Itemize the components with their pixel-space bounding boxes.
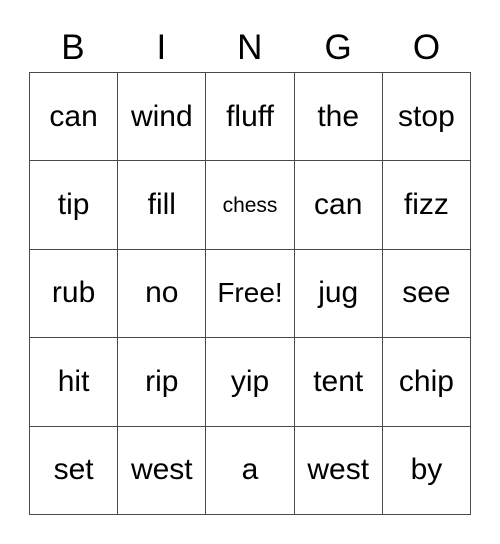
bingo-row: can wind fluff the stop — [30, 73, 472, 162]
bingo-cell[interactable]: chess — [206, 161, 295, 250]
bingo-cell-label: rub — [51, 276, 96, 310]
bingo-cell[interactable]: yip — [206, 338, 295, 427]
bingo-header-letter-i: I — [156, 27, 167, 67]
bingo-cell-label: no — [145, 276, 179, 310]
bingo-cell-label: fizz — [403, 188, 449, 222]
bingo-cell-label: the — [317, 99, 360, 133]
bingo-cell-label: chess — [222, 193, 278, 217]
bingo-cell[interactable]: a — [206, 426, 295, 515]
bingo-grid: can wind fluff the stop tip fill chess c… — [29, 72, 472, 515]
bingo-cell-label: hit — [57, 364, 90, 398]
bingo-cell-label: tip — [57, 188, 90, 222]
bingo-cell[interactable]: fill — [118, 161, 207, 250]
bingo-free-cell[interactable]: Free! — [206, 249, 295, 339]
bingo-cell[interactable]: rub — [30, 249, 119, 339]
bingo-cell-label: fill — [147, 188, 176, 222]
bingo-cell[interactable]: the — [294, 73, 383, 162]
bingo-cell-label: jug — [318, 276, 359, 310]
bingo-cell[interactable]: hit — [30, 338, 119, 427]
bingo-header-letter-o: O — [412, 27, 441, 67]
bingo-cell[interactable]: west — [294, 426, 383, 515]
bingo-header-letter-g: G — [324, 27, 353, 67]
bingo-cell[interactable]: can — [30, 73, 119, 162]
bingo-cell-label: can — [314, 188, 363, 222]
bingo-cell[interactable]: stop — [382, 73, 472, 162]
bingo-cell-label: see — [402, 276, 451, 310]
bingo-cell[interactable]: by — [382, 426, 472, 515]
bingo-cell-label: a — [241, 453, 259, 487]
bingo-free-label: Free! — [217, 277, 283, 309]
bingo-cell[interactable]: rip — [118, 338, 207, 427]
bingo-cell[interactable]: see — [382, 249, 472, 339]
bingo-cell-label: yip — [230, 364, 270, 398]
bingo-cell-label: stop — [398, 99, 455, 133]
bingo-cell[interactable]: jug — [294, 249, 383, 339]
bingo-cell-label: wind — [130, 99, 193, 133]
bingo-cell-label: can — [49, 99, 98, 133]
bingo-cell[interactable]: no — [118, 249, 207, 339]
bingo-row: tip fill chess can fizz — [30, 161, 472, 250]
bingo-cell[interactable]: set — [30, 426, 119, 515]
bingo-row: hit rip yip tent chip — [30, 338, 472, 427]
bingo-card: B I N G O can wind fluff the stop tip fi… — [29, 22, 472, 515]
bingo-cell-label: rip — [145, 364, 179, 398]
bingo-cell[interactable]: wind — [118, 73, 207, 162]
bingo-cell-label: west — [307, 453, 370, 487]
bingo-cell-label: chip — [398, 364, 454, 398]
bingo-cell-label: set — [53, 453, 94, 487]
bingo-row: set west a west by — [30, 426, 472, 515]
bingo-cell[interactable]: tent — [294, 338, 383, 427]
bingo-cell[interactable]: can — [294, 161, 383, 250]
bingo-cell[interactable]: chip — [382, 338, 472, 427]
bingo-cell-label: tent — [313, 364, 364, 398]
bingo-header-letter-b: B — [61, 27, 86, 67]
bingo-cell-label: fluff — [226, 99, 274, 133]
bingo-row: rub no Free! jug see — [30, 249, 472, 339]
bingo-cell-label: by — [410, 453, 443, 487]
bingo-cell[interactable]: west — [118, 426, 207, 515]
bingo-cell-label: west — [130, 453, 193, 487]
bingo-cell[interactable]: tip — [30, 161, 119, 250]
bingo-header-row: B I N G O — [29, 22, 471, 72]
bingo-cell[interactable]: fizz — [382, 161, 472, 250]
bingo-header-letter-n: N — [237, 27, 263, 67]
bingo-cell[interactable]: fluff — [206, 73, 295, 162]
